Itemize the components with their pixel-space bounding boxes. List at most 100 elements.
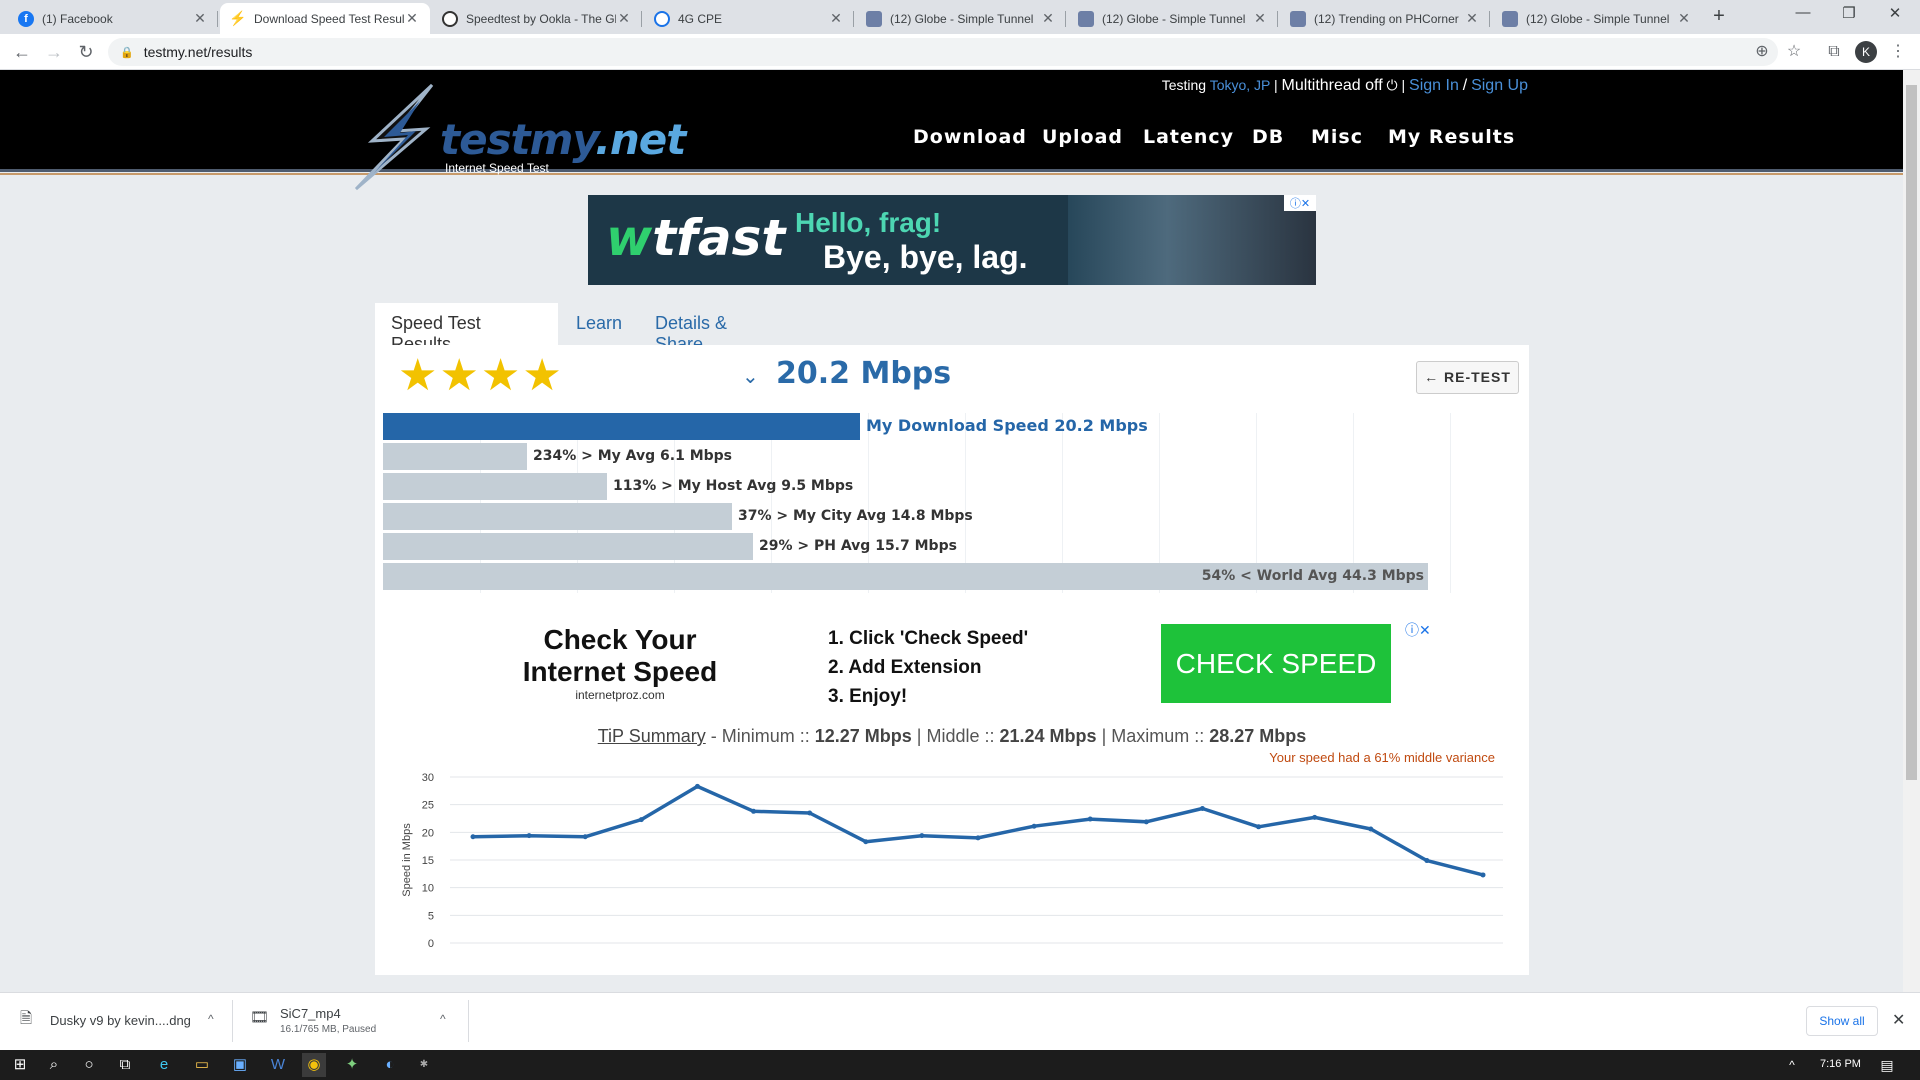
speed-point bbox=[1087, 816, 1093, 822]
chrome-icon[interactable]: ◉ bbox=[302, 1053, 326, 1077]
inline-ad[interactable]: Check Your Internet Speed internetproz.c… bbox=[470, 612, 1431, 712]
lock-icon: 🔒 bbox=[120, 46, 134, 59]
cortana-icon[interactable]: ○ bbox=[77, 1053, 101, 1077]
app-icon[interactable]: ◐ bbox=[378, 1053, 402, 1077]
site-logo[interactable]: testmy.net Internet Speed Test bbox=[350, 83, 686, 191]
nav-my-results[interactable]: My Results bbox=[1388, 126, 1515, 148]
tab-speed-test-results[interactable]: Speed Test Results bbox=[375, 303, 558, 354]
ad-source: internetproz.com bbox=[575, 688, 665, 702]
download-item[interactable]: 🗎 Dusky v9 by kevin....dng ^ bbox=[20, 1000, 220, 1042]
y-tick-label: 10 bbox=[422, 883, 434, 895]
browser-tab[interactable]: Speedtest by Ookla - The Global ✕ bbox=[432, 3, 642, 34]
close-icon[interactable]: ✕ bbox=[1252, 10, 1268, 27]
extensions-icon[interactable]: ⧉ bbox=[1822, 40, 1846, 64]
tip-summary-link[interactable]: TiP Summary bbox=[598, 726, 706, 746]
y-tick-label: 5 bbox=[428, 910, 434, 922]
close-icon[interactable]: ✕ bbox=[616, 10, 632, 27]
back-button[interactable]: ← bbox=[10, 40, 34, 64]
multithread-toggle[interactable]: Multithread off bbox=[1282, 77, 1383, 94]
sign-in-link[interactable]: Sign In bbox=[1409, 77, 1459, 94]
ad-choices-icon[interactable]: ⓘ✕ bbox=[1284, 195, 1316, 211]
chevron-up-icon[interactable]: ^ bbox=[440, 1012, 446, 1026]
chevron-up-icon[interactable]: ^ bbox=[1780, 1053, 1804, 1077]
close-icon[interactable]: ✕ bbox=[1040, 10, 1056, 27]
windows-start-icon[interactable]: ⊞ bbox=[8, 1053, 32, 1077]
bookmark-star-icon[interactable]: ☆ bbox=[1782, 40, 1806, 64]
browser-tab[interactable]: (12) Globe - Simple Tunnel ✕ bbox=[856, 3, 1066, 34]
install-icon[interactable]: ⊕ bbox=[1750, 40, 1774, 64]
file-icon: 🗎 bbox=[20, 1010, 33, 1027]
speed-point bbox=[1199, 806, 1205, 812]
download-item[interactable]: 🎞 SiC7_mp4 16.1/765 MB, Paused ^ bbox=[250, 1000, 450, 1042]
retest-button[interactable]: ← RE-TEST bbox=[1416, 361, 1519, 394]
speed-point bbox=[863, 839, 869, 845]
nav-latency[interactable]: Latency bbox=[1143, 126, 1234, 148]
close-icon[interactable]: ✕ bbox=[192, 10, 208, 27]
search-icon[interactable]: ⌕ bbox=[42, 1053, 66, 1077]
close-icon[interactable]: ✕ bbox=[1676, 10, 1692, 27]
chevron-up-icon[interactable]: ^ bbox=[208, 1012, 214, 1026]
ad-brand-text: tfast bbox=[652, 209, 786, 267]
tip-summary: TiP Summary - Minimum :: 12.27 Mbps | Mi… bbox=[375, 726, 1529, 747]
new-tab-button[interactable]: + bbox=[1708, 6, 1730, 28]
globe-icon bbox=[654, 10, 670, 27]
show-all-downloads-button[interactable]: Show all bbox=[1806, 1006, 1878, 1036]
check-speed-button[interactable]: CHECK SPEED bbox=[1161, 624, 1391, 703]
reload-button[interactable]: ↻ bbox=[74, 40, 98, 64]
speed-point bbox=[1143, 819, 1149, 825]
address-bar[interactable]: 🔒 testmy.net/results bbox=[108, 38, 1778, 66]
task-view-icon[interactable]: ⧉ bbox=[113, 1053, 137, 1077]
forward-button[interactable]: → bbox=[42, 40, 66, 64]
minimize-button[interactable]: — bbox=[1780, 4, 1826, 28]
restore-button[interactable]: ❐ bbox=[1826, 4, 1872, 28]
close-icon[interactable]: ✕ bbox=[1464, 10, 1480, 27]
tab-separator bbox=[1277, 11, 1278, 27]
download-separator bbox=[232, 1000, 233, 1042]
scrollbar-thumb[interactable] bbox=[1906, 85, 1917, 780]
close-window-button[interactable]: ✕ bbox=[1872, 4, 1918, 28]
speed-point bbox=[919, 833, 925, 839]
taskbar-clock[interactable]: 7:16 PM bbox=[1820, 1058, 1861, 1070]
tab-learn[interactable]: Learn bbox=[560, 303, 638, 345]
browser-tab-active[interactable]: ⚡ Download Speed Test Results ✕ bbox=[220, 3, 430, 34]
bar-gridline bbox=[1450, 413, 1451, 593]
nav-misc[interactable]: Misc bbox=[1311, 126, 1363, 148]
word-icon[interactable]: W bbox=[266, 1053, 290, 1077]
nav-download[interactable]: Download bbox=[913, 126, 1027, 148]
close-icon[interactable]: ✕ bbox=[828, 10, 844, 27]
tab-separator bbox=[853, 11, 854, 27]
banner-ad[interactable]: wtfast Hello, frag! Bye, bye, lag. ⓘ✕ bbox=[588, 195, 1316, 285]
browser-tab[interactable]: (12) Trending on PHCorner ✕ bbox=[1280, 3, 1490, 34]
nav-db[interactable]: DB bbox=[1252, 126, 1284, 148]
phcorner-icon bbox=[866, 10, 882, 27]
browser-tab[interactable]: f (1) Facebook ✕ bbox=[8, 3, 218, 34]
close-icon[interactable]: ✕ bbox=[1892, 1010, 1905, 1030]
phcorner-icon bbox=[1078, 10, 1094, 27]
browser-tab[interactable]: (12) Globe - Simple Tunnel ✕ bbox=[1068, 3, 1278, 34]
close-icon[interactable]: ✕ bbox=[404, 10, 420, 27]
download-separator bbox=[468, 1000, 469, 1042]
nav-upload[interactable]: Upload bbox=[1042, 126, 1123, 148]
profile-avatar[interactable]: K bbox=[1855, 41, 1877, 63]
speed-point bbox=[1424, 858, 1430, 864]
url-text: testmy.net/results bbox=[143, 44, 253, 60]
browser-tab[interactable]: 4G CPE ✕ bbox=[644, 3, 854, 34]
ad-choices-icon[interactable]: ⓘ✕ bbox=[1405, 620, 1431, 640]
browser-tab[interactable]: (12) Globe - Simple Tunnel ✕ bbox=[1492, 3, 1702, 34]
menu-kebab-icon[interactable]: ⋮ bbox=[1886, 40, 1910, 64]
test-location-link[interactable]: Tokyo, JP bbox=[1210, 77, 1270, 93]
monitor-app-icon[interactable]: ▣ bbox=[228, 1053, 252, 1077]
ad-headline: Check Your Internet Speed bbox=[520, 624, 720, 688]
ookla-icon bbox=[442, 10, 458, 27]
speed-point bbox=[1031, 823, 1037, 829]
file-explorer-icon[interactable]: ▭ bbox=[190, 1053, 214, 1077]
app-icon[interactable]: ✦ bbox=[340, 1053, 364, 1077]
notifications-icon[interactable]: ▤ bbox=[1875, 1053, 1899, 1077]
tab-details-share[interactable]: Details & Share bbox=[639, 303, 789, 354]
app-icon[interactable]: ✱ bbox=[412, 1053, 436, 1077]
sign-up-link[interactable]: Sign Up bbox=[1471, 77, 1528, 94]
ad-line-2: Bye, bye, lag. bbox=[823, 239, 1028, 275]
y-axis-label: Speed in Mbps bbox=[401, 823, 413, 897]
power-icon[interactable]: ⏻ bbox=[1387, 77, 1398, 93]
edge-icon[interactable]: e bbox=[152, 1053, 176, 1077]
